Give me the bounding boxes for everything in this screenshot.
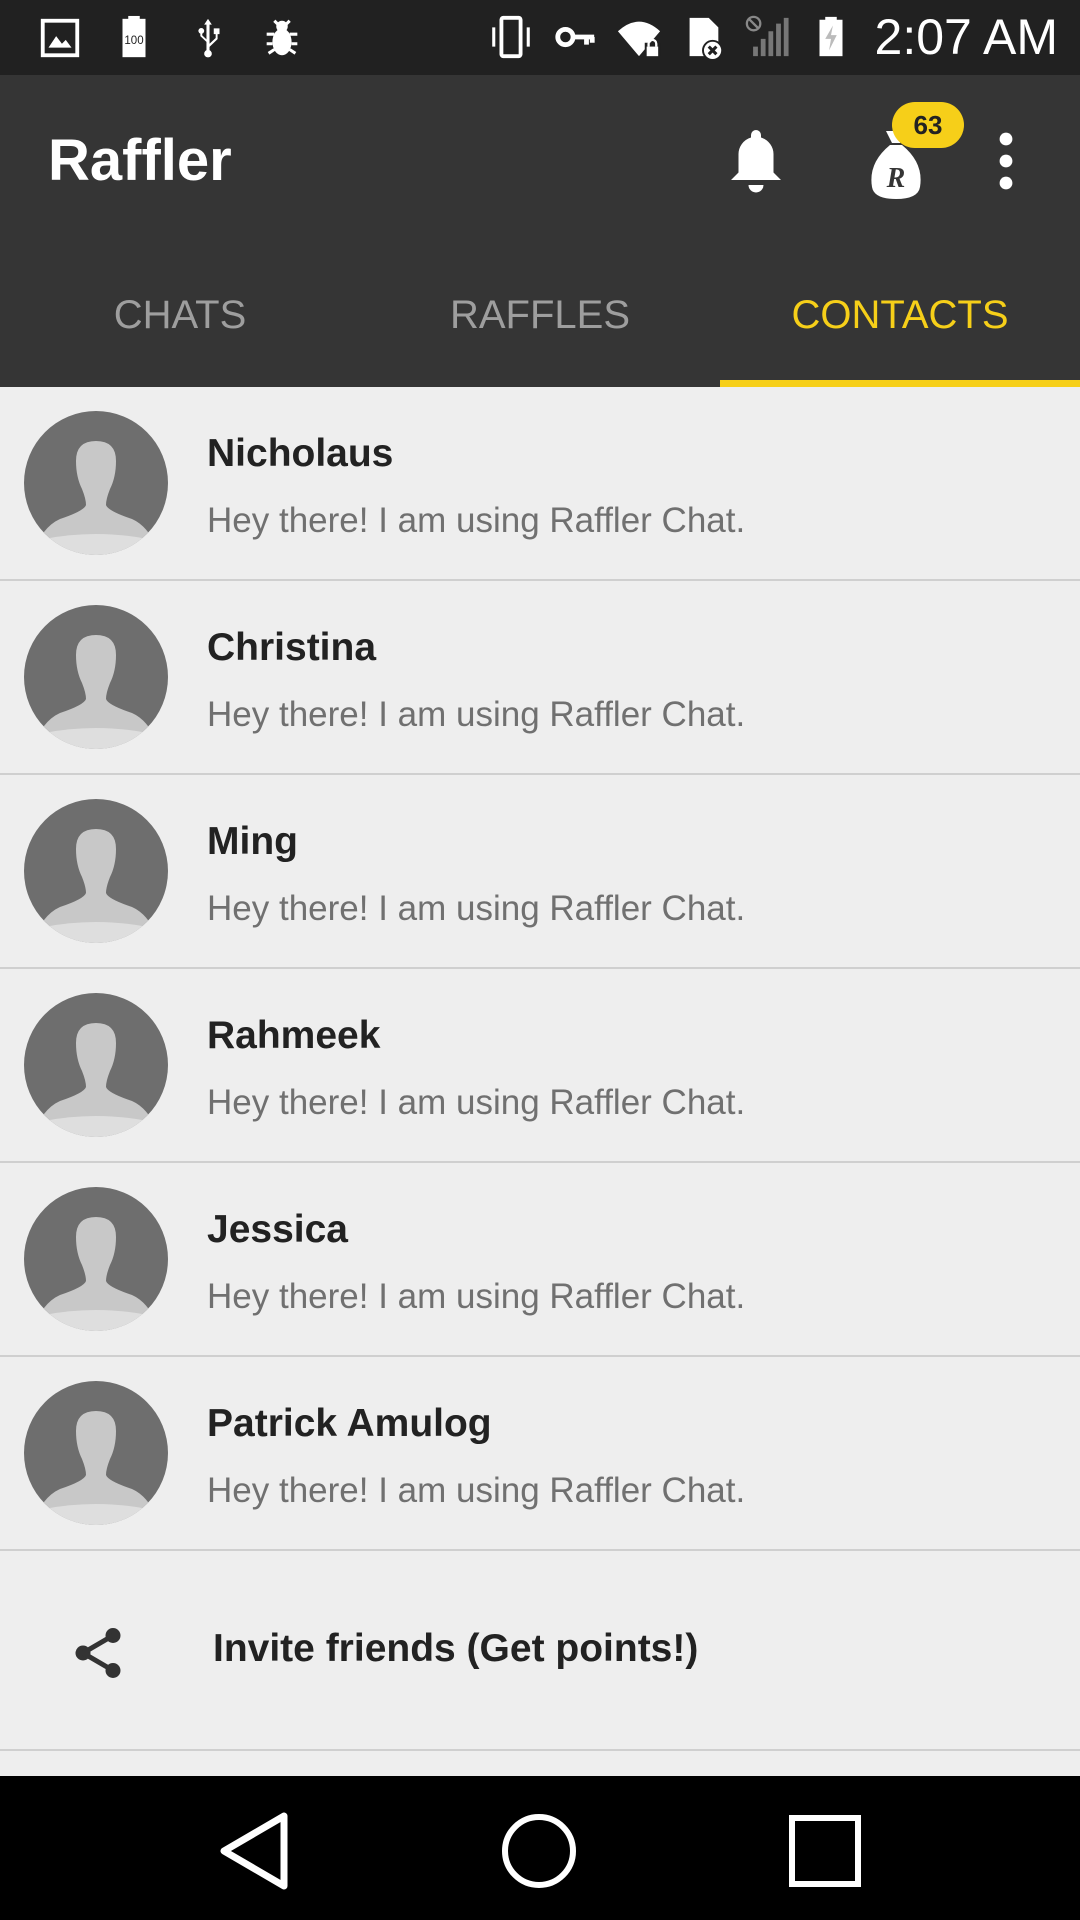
- wifi-lock-icon: [615, 9, 663, 65]
- avatar: [24, 993, 168, 1137]
- back-icon[interactable]: [210, 1806, 300, 1896]
- sim-error-icon: [679, 9, 727, 65]
- app-bar: Raffler R 63: [0, 75, 1080, 243]
- navigation-bar: [0, 1776, 1080, 1920]
- contact-status: Hey there! I am using Raffler Chat.: [207, 1277, 746, 1316]
- contact-status: Hey there! I am using Raffler Chat.: [207, 889, 746, 928]
- usb-icon: [184, 10, 232, 66]
- contact-status: Hey there! I am using Raffler Chat.: [207, 695, 746, 734]
- avatar: [24, 411, 168, 555]
- battery-charging-icon: [807, 9, 855, 65]
- default-avatar-icon: [32, 441, 160, 555]
- tab-chats[interactable]: CHATS: [0, 243, 360, 387]
- default-avatar-icon: [32, 829, 160, 943]
- image-icon: [36, 10, 84, 66]
- contact-row[interactable]: Christina Hey there! I am using Raffler …: [0, 581, 1080, 775]
- contact-status: Hey there! I am using Raffler Chat.: [207, 1471, 746, 1510]
- contact-name: Christina: [207, 626, 377, 669]
- no-signal-icon: [743, 9, 791, 65]
- avatar: [24, 1381, 168, 1525]
- avatar: [24, 799, 168, 943]
- more-vert-icon: [999, 132, 1013, 190]
- battery-100-icon: 100: [110, 10, 158, 66]
- svg-text:100: 100: [124, 35, 143, 47]
- contact-row[interactable]: Rahmeek Hey there! I am using Raffler Ch…: [0, 969, 1080, 1163]
- contact-status: Hey there! I am using Raffler Chat.: [207, 501, 746, 540]
- svg-text:R: R: [886, 163, 906, 194]
- bug-icon: [258, 10, 306, 66]
- vibrate-icon: [487, 9, 535, 65]
- vpn-key-icon: [551, 9, 599, 65]
- contact-row[interactable]: Nicholaus Hey there! I am using Raffler …: [0, 387, 1080, 581]
- default-avatar-icon: [32, 1411, 160, 1525]
- notifications-button[interactable]: [726, 125, 786, 195]
- bell-icon: [731, 130, 781, 193]
- contact-status: Hey there! I am using Raffler Chat.: [207, 1083, 746, 1122]
- more-options-button[interactable]: [994, 131, 1018, 191]
- contact-list: Nicholaus Hey there! I am using Raffler …: [0, 387, 1080, 1751]
- contact-row[interactable]: Jessica Hey there! I am using Raffler Ch…: [0, 1163, 1080, 1357]
- contact-name: Nicholaus: [207, 432, 394, 475]
- contact-name: Jessica: [207, 1208, 348, 1251]
- contact-name: Ming: [207, 820, 298, 863]
- share-icon: [75, 1628, 121, 1678]
- tab-contacts[interactable]: CONTACTS: [720, 243, 1080, 387]
- avatar: [24, 605, 168, 749]
- home-icon[interactable]: [494, 1806, 584, 1896]
- clock: 2:07 AM: [874, 9, 1058, 65]
- invite-friends-label: Invite friends (Get points!): [213, 1627, 699, 1670]
- app-title: Raffler: [48, 128, 232, 193]
- contact-name: Rahmeek: [207, 1014, 381, 1057]
- contact-name: Patrick Amulog: [207, 1402, 492, 1445]
- invite-friends-button[interactable]: Invite friends (Get points!): [0, 1551, 1080, 1751]
- avatar: [24, 1187, 168, 1331]
- default-avatar-icon: [32, 1023, 160, 1137]
- points-badge: 63: [892, 102, 964, 148]
- contact-row[interactable]: Patrick Amulog Hey there! I am using Raf…: [0, 1357, 1080, 1551]
- tab-bar: CHATS RAFFLES CONTACTS: [0, 243, 1080, 387]
- contact-row[interactable]: Ming Hey there! I am using Raffler Chat.: [0, 775, 1080, 969]
- recent-apps-icon[interactable]: [780, 1806, 870, 1896]
- default-avatar-icon: [32, 1217, 160, 1331]
- status-bar: 100 2:07 AM: [0, 0, 1080, 75]
- tab-raffles[interactable]: RAFFLES: [360, 243, 720, 387]
- default-avatar-icon: [32, 635, 160, 749]
